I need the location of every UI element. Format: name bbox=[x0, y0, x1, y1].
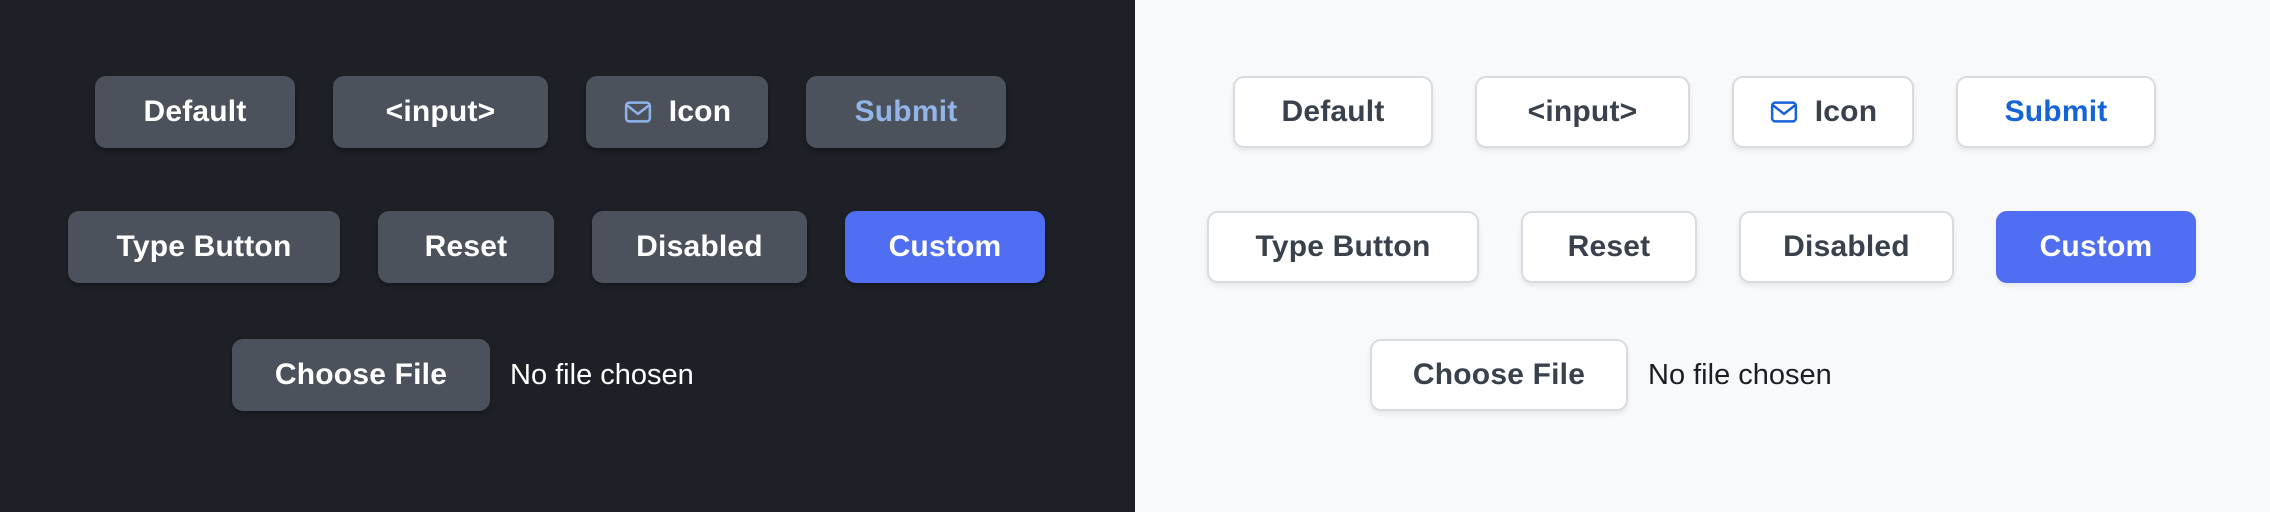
light-button-row-2: Type Button Reset Disabled Custom bbox=[1207, 211, 2196, 283]
disabled-button[interactable]: Disabled bbox=[592, 211, 807, 283]
button-label: Reset bbox=[424, 230, 508, 263]
button-label: Icon bbox=[668, 95, 732, 128]
button-label: Default bbox=[1281, 95, 1385, 128]
button-label: Icon bbox=[1814, 95, 1878, 128]
mail-icon bbox=[623, 97, 653, 127]
button-label: Choose File bbox=[274, 358, 448, 391]
file-status-text: No file chosen bbox=[1648, 358, 1832, 391]
button-label: Disabled bbox=[636, 230, 763, 263]
input-button[interactable]: <input> bbox=[333, 76, 548, 148]
mail-icon bbox=[1769, 97, 1799, 127]
type-button[interactable]: Type Button bbox=[1207, 211, 1479, 283]
dark-theme-panel: Default <input> Icon Submit Type Button … bbox=[0, 0, 1135, 512]
dark-file-input-row: Choose File No file chosen bbox=[232, 339, 694, 411]
disabled-button[interactable]: Disabled bbox=[1739, 211, 1954, 283]
light-file-input-row: Choose File No file chosen bbox=[1370, 339, 1832, 411]
button-label: Custom bbox=[2039, 230, 2153, 263]
choose-file-button[interactable]: Choose File bbox=[1370, 339, 1628, 411]
button-showcase-screen: Default <input> Icon Submit Type Button … bbox=[0, 0, 2270, 512]
button-label: Submit bbox=[2004, 95, 2108, 128]
input-button[interactable]: <input> bbox=[1475, 76, 1690, 148]
file-status-text: No file chosen bbox=[510, 358, 694, 391]
choose-file-button[interactable]: Choose File bbox=[232, 339, 490, 411]
dark-button-row-1: Default <input> Icon Submit bbox=[95, 76, 1006, 148]
dark-button-row-2: Type Button Reset Disabled Custom bbox=[68, 211, 1045, 283]
button-label: Type Button bbox=[116, 230, 292, 263]
submit-button[interactable]: Submit bbox=[806, 76, 1006, 148]
light-button-row-1: Default <input> Icon Submit bbox=[1233, 76, 2156, 148]
default-button[interactable]: Default bbox=[1233, 76, 1433, 148]
type-button[interactable]: Type Button bbox=[68, 211, 340, 283]
button-label: <input> bbox=[1527, 95, 1638, 128]
reset-button[interactable]: Reset bbox=[378, 211, 554, 283]
button-label: Reset bbox=[1567, 230, 1651, 263]
button-label: <input> bbox=[385, 95, 496, 128]
custom-button[interactable]: Custom bbox=[845, 211, 1045, 283]
light-theme-panel: Default <input> Icon Submit Type Button … bbox=[1135, 0, 2270, 512]
submit-button[interactable]: Submit bbox=[1956, 76, 2156, 148]
button-label: Submit bbox=[854, 95, 958, 128]
reset-button[interactable]: Reset bbox=[1521, 211, 1697, 283]
icon-button[interactable]: Icon bbox=[586, 76, 768, 148]
custom-button[interactable]: Custom bbox=[1996, 211, 2196, 283]
button-label: Disabled bbox=[1783, 230, 1910, 263]
button-label: Choose File bbox=[1412, 358, 1586, 391]
button-label: Default bbox=[143, 95, 247, 128]
button-label: Custom bbox=[888, 230, 1002, 263]
icon-button[interactable]: Icon bbox=[1732, 76, 1914, 148]
button-label: Type Button bbox=[1255, 230, 1431, 263]
default-button[interactable]: Default bbox=[95, 76, 295, 148]
